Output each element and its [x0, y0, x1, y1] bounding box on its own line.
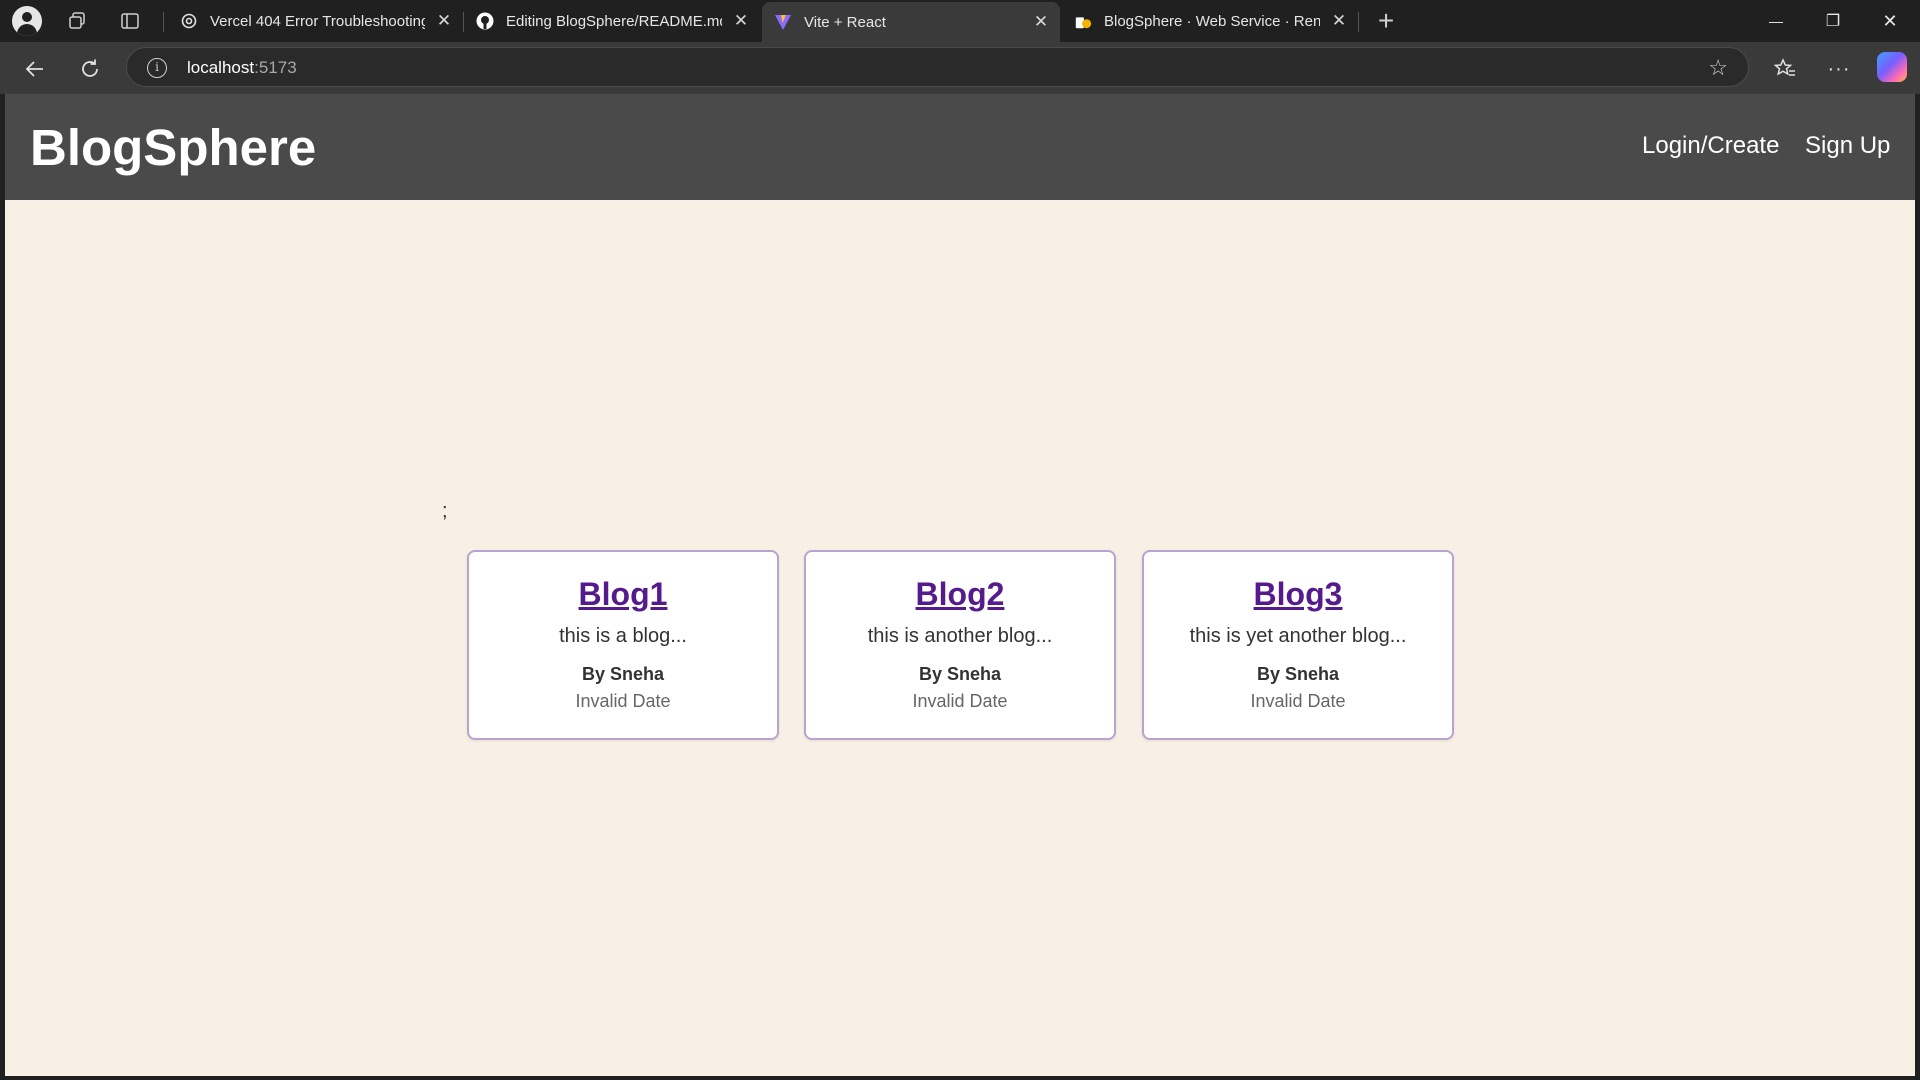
- page-viewport: BlogSphere Login/Create Sign Up ; Blog1 …: [5, 94, 1915, 1076]
- tab-3[interactable]: BlogSphere · Web Service · Rend ✕: [1062, 4, 1358, 38]
- blog-author: By Sneha: [918, 664, 1002, 684]
- plus-icon: +: [1377, 5, 1395, 36]
- brand-logo[interactable]: BlogSphere: [30, 118, 316, 177]
- profile-avatar-icon: [12, 6, 42, 36]
- blog-card: Blog2 this is another blog... By Sneha I…: [804, 550, 1116, 740]
- window-bottom-edge: [0, 1076, 1920, 1080]
- site-header: BlogSphere Login/Create Sign Up: [5, 94, 1915, 200]
- favorites-icon: [1774, 58, 1795, 76]
- tab-actions-icon: [121, 13, 139, 29]
- tab-separator: [163, 12, 164, 32]
- tab-0[interactable]: Vercel 404 Error Troubleshooting ✕: [168, 4, 463, 38]
- tab-title: Editing BlogSphere/README.md a: [506, 12, 722, 30]
- address-toolbar: i localhost:5173 ☆ ···: [0, 42, 1920, 94]
- tab-bar: Vercel 404 Error Troubleshooting ✕ Editi…: [0, 0, 1920, 42]
- url-host: localhost: [187, 58, 255, 77]
- blog-date: Invalid Date: [575, 691, 671, 711]
- render-icon: [1074, 12, 1092, 30]
- arrow-left-icon: [25, 61, 43, 77]
- window-close-button[interactable]: ✕: [1862, 0, 1918, 42]
- minimize-button[interactable]: —: [1748, 0, 1804, 42]
- tab-separator: [1358, 12, 1359, 32]
- vite-icon: [774, 13, 792, 31]
- profile-button[interactable]: [12, 6, 42, 36]
- stray-text: ;: [442, 500, 448, 522]
- restore-icon: ❐: [1825, 13, 1841, 30]
- site-info-icon[interactable]: i: [147, 58, 167, 78]
- vertical-tabs-button[interactable]: [115, 6, 145, 36]
- close-icon: ✕: [1882, 10, 1898, 31]
- tab-title: BlogSphere · Web Service · Rend: [1104, 12, 1320, 30]
- blog-excerpt: this is yet another blog...: [1189, 625, 1407, 647]
- login-create-link[interactable]: Login/Create: [1642, 132, 1779, 160]
- back-button[interactable]: [18, 52, 52, 86]
- restore-button[interactable]: ❐: [1805, 0, 1861, 42]
- blog-title-link[interactable]: Blog3: [1144, 576, 1452, 613]
- openai-icon: [180, 12, 198, 30]
- tab-title: Vercel 404 Error Troubleshooting: [210, 12, 425, 30]
- url-text: localhost:5173: [187, 58, 297, 78]
- tab-2-active[interactable]: Vite + React ✕: [762, 2, 1060, 42]
- new-tab-button[interactable]: +: [1371, 5, 1401, 36]
- blog-title-link[interactable]: Blog2: [806, 576, 1114, 613]
- close-icon[interactable]: ✕: [435, 11, 453, 31]
- blog-card: Blog1 this is a blog... By Sneha Invalid…: [467, 550, 779, 740]
- address-bar[interactable]: i localhost:5173 ☆: [126, 47, 1749, 87]
- copilot-icon[interactable]: [1877, 52, 1907, 82]
- blog-date: Invalid Date: [912, 691, 1008, 711]
- blog-date: Invalid Date: [1250, 691, 1346, 711]
- favorites-button[interactable]: [1768, 52, 1802, 86]
- github-icon: [476, 12, 494, 30]
- blog-excerpt: this is another blog...: [867, 625, 1053, 647]
- minimize-icon: —: [1769, 13, 1783, 29]
- blog-excerpt: this is a blog...: [559, 625, 687, 647]
- workspaces-icon: [69, 12, 85, 29]
- favorite-star-icon[interactable]: ☆: [1708, 55, 1728, 81]
- blog-card: Blog3 this is yet another blog... By Sne…: [1142, 550, 1454, 740]
- browser-chrome: Vercel 404 Error Troubleshooting ✕ Editi…: [0, 0, 1920, 94]
- workspaces-button[interactable]: [62, 6, 92, 36]
- url-port: :5173: [254, 58, 297, 77]
- blog-author: By Sneha: [1256, 664, 1340, 684]
- reload-button[interactable]: [73, 52, 107, 86]
- tab-title: Vite + React: [804, 13, 886, 31]
- tab-1[interactable]: Editing BlogSphere/README.md a ✕: [464, 4, 760, 38]
- more-menu-button[interactable]: ···: [1822, 52, 1856, 86]
- sign-up-link[interactable]: Sign Up: [1805, 132, 1890, 160]
- reload-icon: [82, 59, 98, 77]
- more-dots-icon: ···: [1827, 57, 1851, 80]
- blog-author: By Sneha: [581, 664, 665, 684]
- close-icon[interactable]: ✕: [1330, 11, 1348, 31]
- close-icon[interactable]: ✕: [1032, 12, 1050, 32]
- close-icon[interactable]: ✕: [732, 11, 750, 31]
- blog-title-link[interactable]: Blog1: [469, 576, 777, 613]
